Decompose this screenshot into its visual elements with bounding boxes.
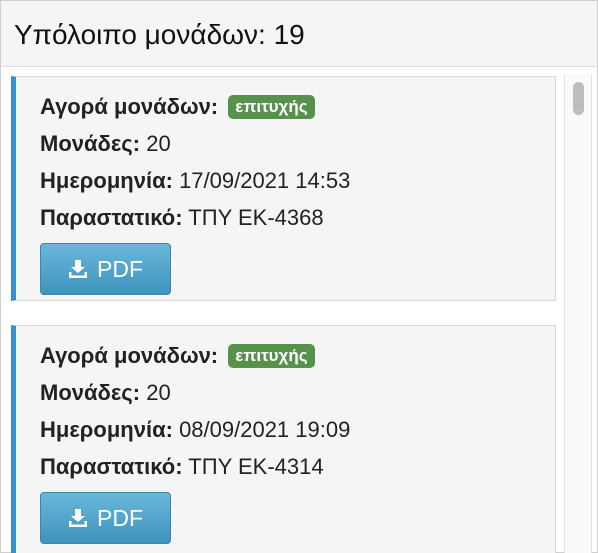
status-badge: επιτυχής	[228, 95, 315, 119]
units-row: Μονάδες: 20	[40, 378, 555, 415]
purchase-row: Αγορά μονάδων: επιτυχής	[40, 92, 555, 129]
units-row: Μονάδες: 20	[40, 129, 555, 166]
pdf-download-button[interactable]: PDF	[40, 492, 171, 544]
receipt-label: Παραστατικό:	[40, 454, 183, 479]
receipt-row: Παραστατικό: ΤΠΥ ΕΚ-4368	[40, 203, 555, 240]
panel-title: Υπόλοιπο μονάδων: 19	[1, 1, 597, 67]
vertical-scrollbar[interactable]	[564, 74, 592, 553]
receipt-value: ΤΠΥ ΕΚ-4314	[188, 454, 324, 479]
units-value: 20	[146, 380, 171, 405]
scrollbar-thumb[interactable]	[573, 82, 584, 115]
transactions-list[interactable]: Αγορά μονάδων: επιτυχής Μονάδες: 20 Ημερ…	[1, 67, 597, 553]
date-value: 17/09/2021 14:53	[179, 168, 351, 193]
transaction-card: Αγορά μονάδων: επιτυχής Μονάδες: 20 Ημερ…	[11, 76, 556, 301]
status-badge: επιτυχής	[228, 344, 315, 368]
units-balance-panel: Υπόλοιπο μονάδων: 19 Αγορά μονάδων: επιτ…	[0, 0, 598, 553]
units-label: Μονάδες:	[40, 380, 141, 405]
units-value: 20	[146, 131, 171, 156]
transaction-card: Αγορά μονάδων: επιτυχής Μονάδες: 20 Ημερ…	[11, 325, 556, 553]
receipt-label: Παραστατικό:	[40, 205, 183, 230]
pdf-button-label: PDF	[97, 255, 143, 282]
download-icon	[69, 260, 87, 278]
download-icon	[69, 509, 87, 527]
date-label: Ημερομηνία:	[40, 417, 173, 442]
date-value: 08/09/2021 19:09	[179, 417, 351, 442]
purchase-row: Αγορά μονάδων: επιτυχής	[40, 341, 555, 378]
pdf-button-label: PDF	[97, 504, 143, 531]
units-label: Μονάδες:	[40, 131, 141, 156]
receipt-row: Παραστατικό: ΤΠΥ ΕΚ-4314	[40, 452, 555, 489]
purchase-label: Αγορά μονάδων:	[40, 94, 219, 119]
date-label: Ημερομηνία:	[40, 168, 173, 193]
date-row: Ημερομηνία: 08/09/2021 19:09	[40, 415, 555, 452]
purchase-label: Αγορά μονάδων:	[40, 343, 219, 368]
date-row: Ημερομηνία: 17/09/2021 14:53	[40, 166, 555, 203]
pdf-download-button[interactable]: PDF	[40, 243, 171, 295]
receipt-value: ΤΠΥ ΕΚ-4368	[188, 205, 324, 230]
